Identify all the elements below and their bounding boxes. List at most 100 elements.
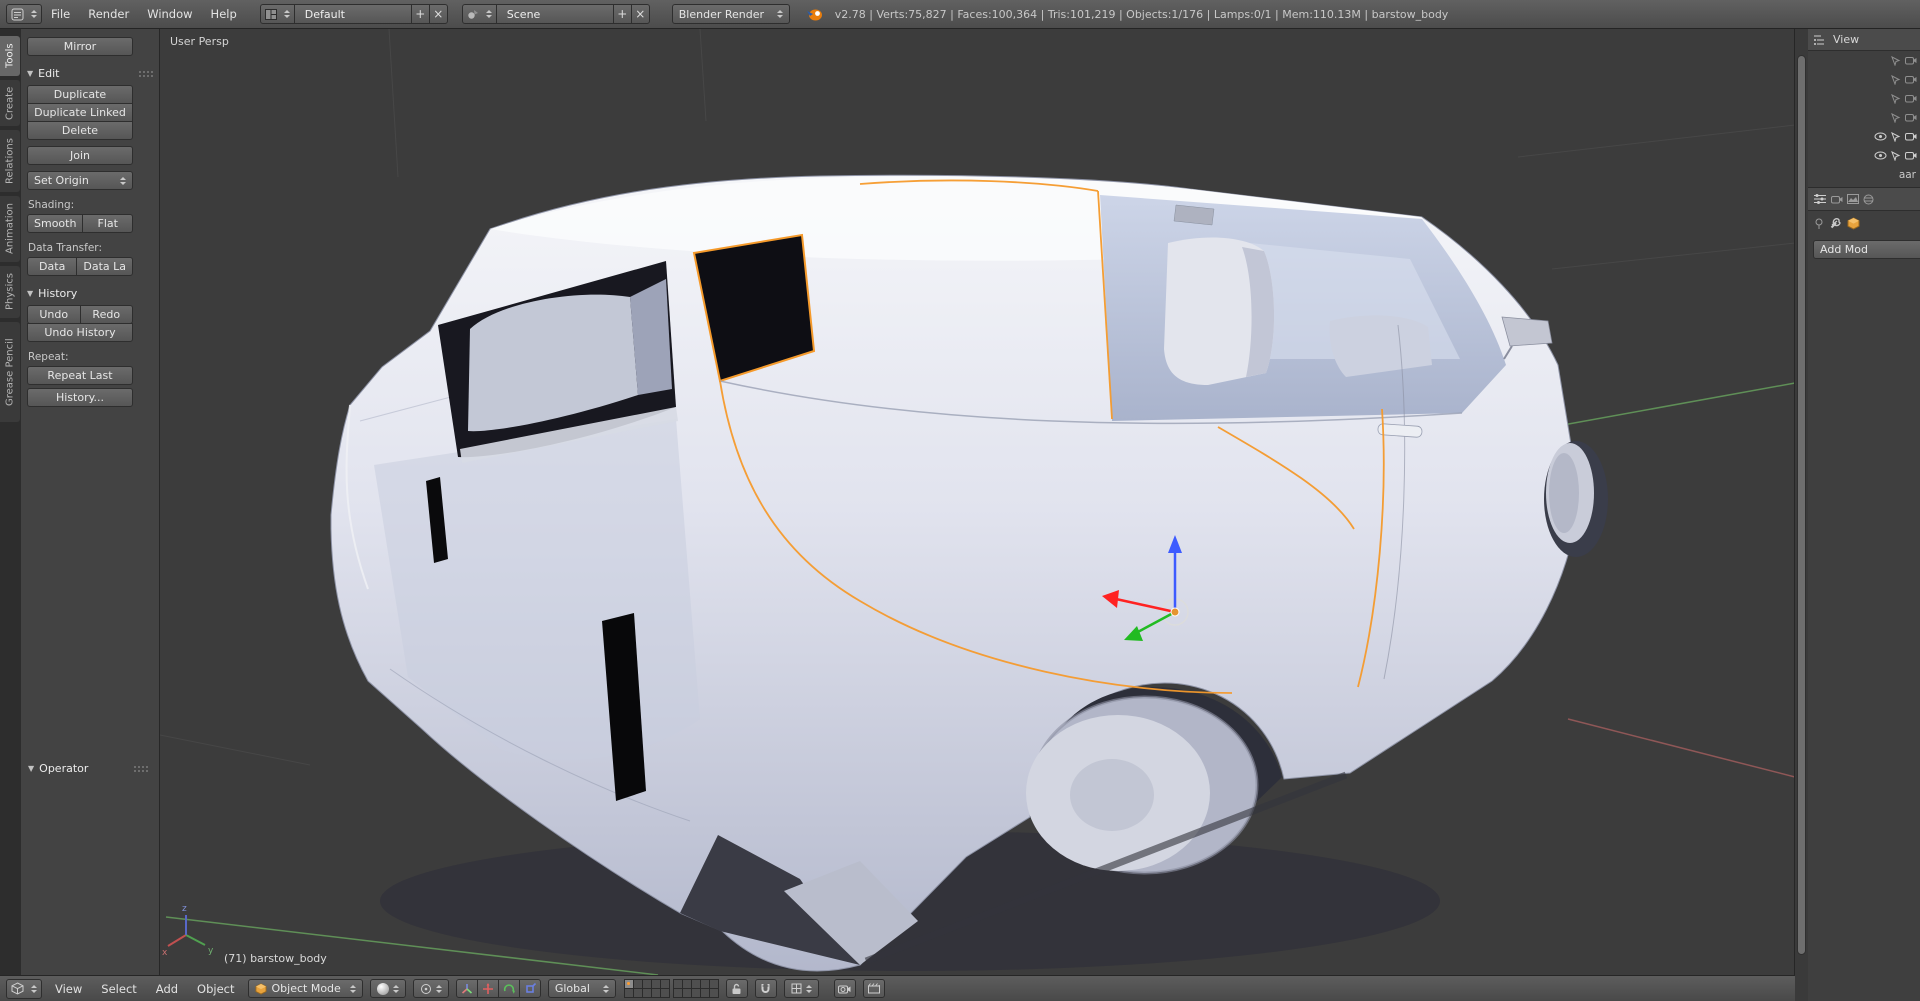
delete-button[interactable]: Delete — [27, 121, 133, 140]
lock-to-scene-toggle[interactable] — [726, 979, 748, 998]
layer-15[interactable] — [660, 988, 670, 998]
scene-field[interactable]: Scene — [496, 4, 614, 24]
transfer-data-button[interactable]: Data — [27, 257, 77, 276]
translate-manipulator-toggle[interactable] — [477, 979, 499, 998]
tab-grease-pencil[interactable]: Grease Pencil — [0, 322, 20, 422]
render-camera-icon[interactable] — [1905, 75, 1917, 84]
tab-relations[interactable]: Relations — [0, 130, 20, 192]
opengl-render-anim-button[interactable] — [863, 979, 885, 998]
shade-smooth-button[interactable]: Smooth — [27, 214, 83, 233]
outliner-row[interactable] — [1808, 70, 1920, 89]
editor-type-selector[interactable] — [6, 4, 42, 24]
outliner-row-visible[interactable] — [1808, 146, 1920, 165]
menu-help[interactable]: Help — [202, 7, 246, 21]
selectable-cursor-icon[interactable] — [1891, 56, 1901, 66]
shade-flat-button[interactable]: Flat — [82, 214, 133, 233]
set-origin-select[interactable]: Set Origin — [27, 171, 133, 190]
mirror-button[interactable]: Mirror — [27, 37, 133, 56]
join-button[interactable]: Join — [27, 146, 133, 165]
transform-orientation-selector[interactable]: Global — [548, 979, 616, 998]
redo-button[interactable]: Redo — [80, 305, 134, 324]
viewport-shading-selector[interactable] — [370, 979, 406, 998]
history-panel-title: History — [38, 287, 77, 300]
visibility-eye-icon[interactable] — [1874, 151, 1887, 160]
render-tab-icon[interactable] — [1831, 195, 1843, 204]
scrollbar-thumb[interactable] — [1797, 55, 1806, 955]
selectable-cursor-icon[interactable] — [1891, 151, 1901, 161]
selectable-cursor-icon[interactable] — [1891, 94, 1901, 104]
scene-tab-icon[interactable] — [1863, 194, 1874, 205]
outliner-row[interactable] — [1808, 108, 1920, 127]
pivot-point-selector[interactable] — [413, 979, 449, 998]
scene-browse-button[interactable] — [462, 4, 497, 24]
snap-element-selector[interactable] — [784, 979, 819, 998]
properties-editor-icon[interactable] — [1813, 193, 1827, 205]
tab-animation[interactable]: Animation — [0, 196, 20, 262]
render-camera-icon[interactable] — [1905, 113, 1917, 122]
outliner-view-menu[interactable]: View — [1833, 33, 1859, 46]
layer-20[interactable] — [709, 988, 719, 998]
rotate-manipulator-toggle[interactable] — [498, 979, 520, 998]
snap-toggle[interactable] — [755, 979, 777, 998]
selectable-cursor-icon[interactable] — [1891, 113, 1901, 123]
add-layout-button[interactable]: + — [411, 4, 430, 24]
viewport-editor-type-selector[interactable] — [6, 979, 42, 999]
history-list-button[interactable]: History... — [27, 388, 133, 407]
repeat-last-button[interactable]: Repeat Last — [27, 366, 133, 385]
panel-grip-icon[interactable] — [138, 70, 153, 78]
render-camera-icon[interactable] — [1905, 56, 1917, 65]
mode-selector[interactable]: Object Mode — [248, 979, 363, 998]
view-menu[interactable]: View — [49, 982, 88, 996]
add-modifier-dropdown[interactable]: Add Mod — [1813, 240, 1920, 259]
tab-create[interactable]: Create — [0, 80, 20, 126]
car-model-barstow-body[interactable] — [331, 175, 1608, 971]
render-camera-icon[interactable] — [1905, 132, 1917, 141]
outliner-row[interactable] — [1808, 89, 1920, 108]
screen-layout-browse-button[interactable] — [260, 4, 295, 24]
selectable-cursor-icon[interactable] — [1891, 75, 1901, 85]
add-menu[interactable]: Add — [150, 982, 184, 996]
menu-file[interactable]: File — [42, 7, 79, 21]
render-camera-icon[interactable] — [1905, 94, 1917, 103]
scale-manipulator-toggle[interactable] — [519, 979, 541, 998]
opengl-render-still-button[interactable] — [834, 979, 856, 998]
operator-panel-header[interactable]: Operator — [28, 762, 154, 775]
transfer-data-layout-button[interactable]: Data La — [76, 257, 133, 276]
history-panel-header[interactable]: History — [27, 287, 159, 300]
add-scene-button[interactable]: + — [613, 4, 632, 24]
selectable-cursor-icon[interactable] — [1891, 132, 1901, 142]
visibility-eye-icon[interactable] — [1874, 132, 1887, 141]
object-menu[interactable]: Object — [191, 982, 240, 996]
duplicate-button[interactable]: Duplicate — [27, 85, 133, 104]
outliner-row-visible[interactable] — [1808, 127, 1920, 146]
outliner-editor-icon[interactable] — [1813, 34, 1827, 46]
panel-grip-icon[interactable] — [133, 765, 148, 773]
screen-layout-field[interactable]: Default — [294, 4, 412, 24]
dropdown-arrows-icon — [777, 10, 783, 18]
close-scene-button[interactable]: × — [631, 4, 650, 24]
outliner-row[interactable] — [1808, 51, 1920, 70]
undo-history-button[interactable]: Undo History — [27, 323, 133, 342]
pin-icon[interactable] — [1814, 218, 1824, 230]
scene-group: Scene + × — [462, 4, 650, 24]
close-layout-button[interactable]: × — [429, 4, 448, 24]
view-name-label: User Persp — [170, 35, 229, 48]
properties-scrollbar[interactable] — [1795, 29, 1808, 1001]
duplicate-linked-button[interactable]: Duplicate Linked — [27, 103, 133, 122]
tab-tools[interactable]: Tools — [0, 36, 20, 76]
select-menu[interactable]: Select — [95, 982, 142, 996]
render-engine-select[interactable]: Blender Render — [672, 4, 790, 24]
menu-render[interactable]: Render — [79, 7, 138, 21]
undo-button[interactable]: Undo — [27, 305, 81, 324]
3d-viewport[interactable]: x y z User Persp (71) barstow_body — [160, 29, 1795, 975]
outliner-row[interactable]: aar — [1808, 165, 1920, 184]
viewport-canvas[interactable]: x y z — [160, 29, 1795, 975]
modifier-wrench-icon[interactable] — [1829, 217, 1842, 230]
render-camera-icon[interactable] — [1905, 151, 1917, 160]
edit-panel-header[interactable]: Edit — [27, 67, 159, 80]
manipulator-toggle[interactable] — [456, 979, 478, 998]
render-layers-tab-icon[interactable] — [1847, 194, 1859, 204]
menu-window[interactable]: Window — [138, 7, 201, 21]
tab-physics[interactable]: Physics — [0, 266, 20, 318]
object-tab-icon[interactable] — [1847, 217, 1860, 230]
